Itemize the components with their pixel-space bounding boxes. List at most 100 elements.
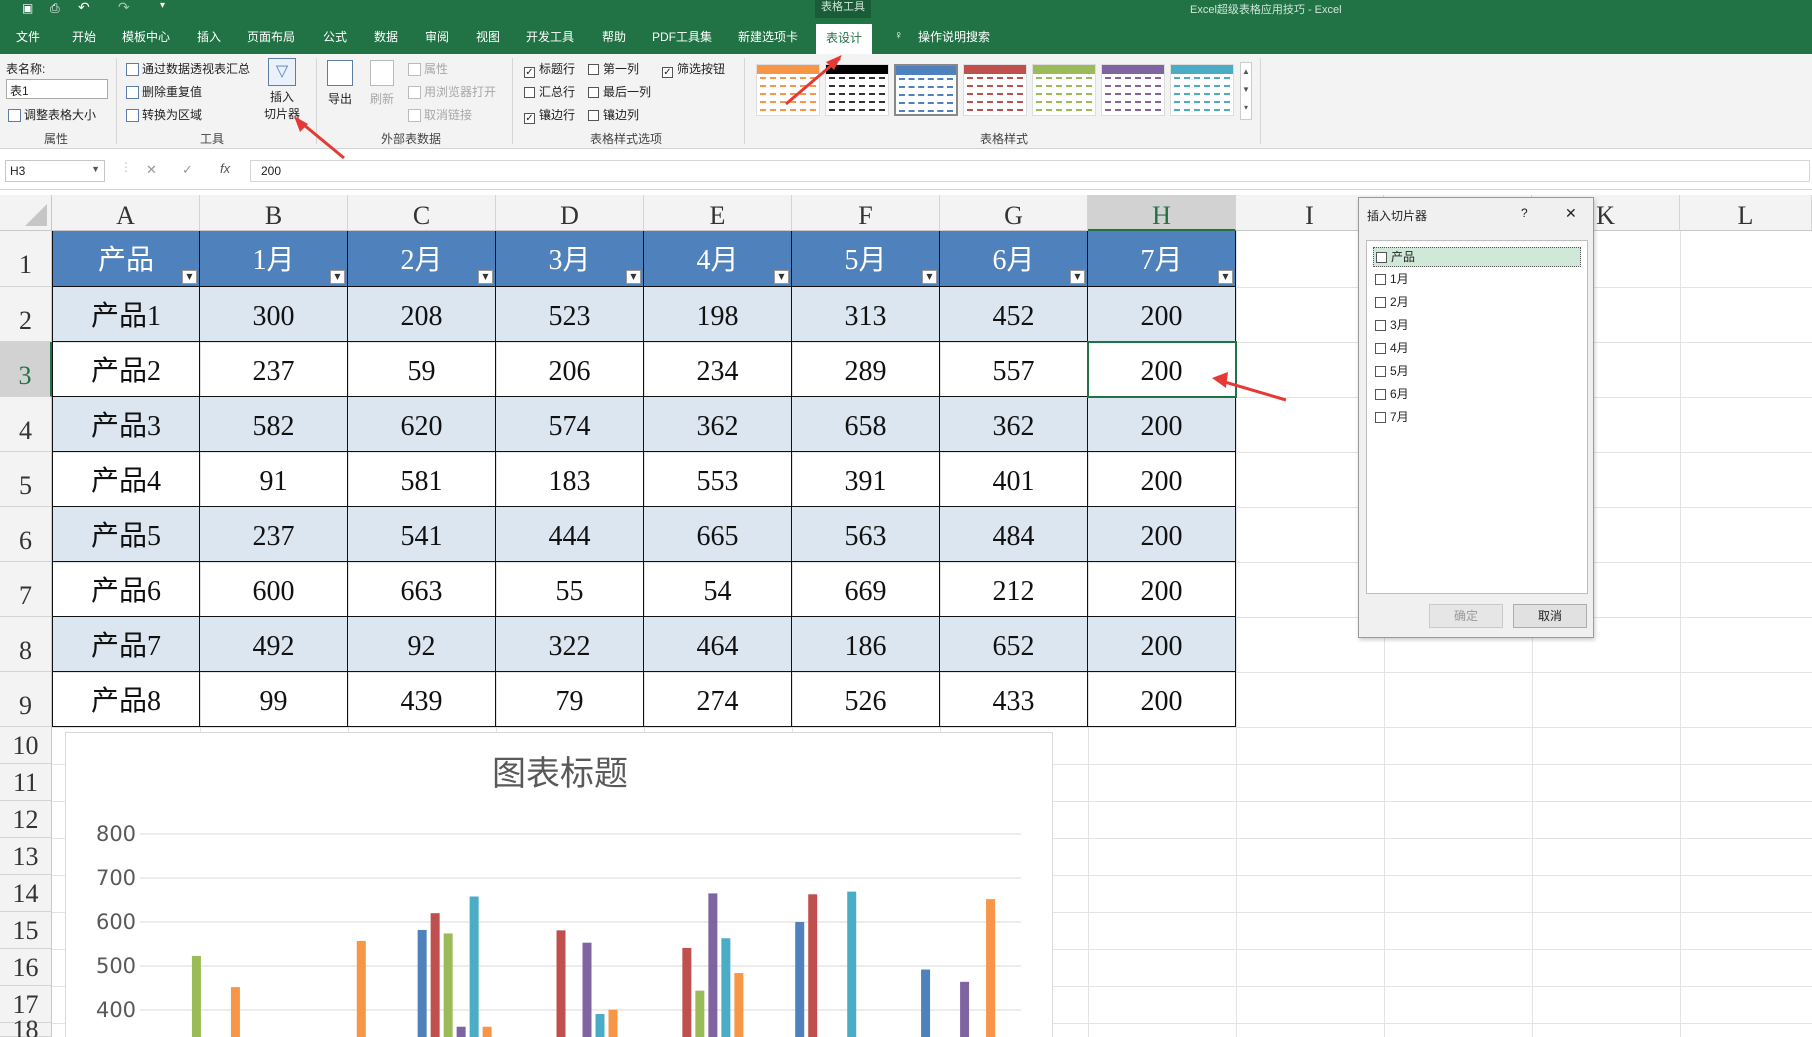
slicer-field-checkbox[interactable]: 7月: [1373, 408, 1581, 428]
table-cell[interactable]: 464: [644, 617, 792, 672]
table-cell[interactable]: 652: [940, 617, 1088, 672]
tab-pdf-tools[interactable]: PDF工具集: [652, 28, 712, 45]
row-header-4[interactable]: 4: [0, 397, 52, 452]
total-row-checkbox[interactable]: 汇总行: [524, 83, 575, 100]
filter-button-checkbox[interactable]: ✓ 筛选按钮: [662, 60, 725, 78]
cancel-icon[interactable]: ✕: [146, 162, 157, 178]
filter-dropdown-icon[interactable]: ▼: [330, 270, 345, 284]
enter-icon[interactable]: ✓: [182, 162, 193, 178]
table-cell[interactable]: 产品8: [52, 672, 200, 727]
last-column-checkbox[interactable]: 最后一列: [588, 83, 651, 100]
filter-dropdown-icon[interactable]: ▼: [182, 270, 197, 284]
insert-slicer-button[interactable]: ▽ 插入 切片器: [262, 58, 302, 122]
chevron-down-icon[interactable]: ▼: [91, 164, 100, 174]
tab-view[interactable]: 视图: [476, 28, 500, 45]
column-header-G[interactable]: G: [940, 195, 1088, 231]
table-cell[interactable]: 237: [200, 342, 348, 397]
remove-duplicates-button[interactable]: 删除重复值: [126, 83, 202, 100]
tab-insert[interactable]: 插入: [197, 28, 221, 45]
row-header-9[interactable]: 9: [0, 672, 52, 727]
table-cell[interactable]: 289: [792, 342, 940, 397]
table-cell[interactable]: 产品6: [52, 562, 200, 617]
table-cell[interactable]: 200: [1088, 342, 1236, 397]
table-cell[interactable]: 产品3: [52, 397, 200, 452]
table-cell[interactable]: 274: [644, 672, 792, 727]
unlink-button[interactable]: 取消链接: [408, 106, 472, 123]
table-cell[interactable]: 212: [940, 562, 1088, 617]
tell-me-search[interactable]: 操作说明搜索: [918, 28, 990, 45]
table-cell[interactable]: 541: [348, 507, 496, 562]
row-header-8[interactable]: 8: [0, 617, 52, 672]
table-cell[interactable]: 59: [348, 342, 496, 397]
row-header-13[interactable]: 13: [0, 838, 52, 875]
close-icon[interactable]: ✕: [1565, 205, 1577, 222]
tab-page-layout[interactable]: 页面布局: [247, 28, 295, 45]
name-box[interactable]: H3 ▼: [5, 160, 105, 182]
table-cell[interactable]: 433: [940, 672, 1088, 727]
filter-dropdown-icon[interactable]: ▼: [1070, 270, 1085, 284]
redo-icon[interactable]: ↷: [118, 0, 130, 16]
convert-to-range-button[interactable]: 转换为区域: [126, 106, 202, 123]
table-header-cell[interactable]: 1月 ▼: [200, 231, 348, 287]
table-cell[interactable]: 产品7: [52, 617, 200, 672]
table-cell[interactable]: 600: [200, 562, 348, 617]
row-header-1[interactable]: 1: [0, 231, 52, 287]
table-cell[interactable]: 产品1: [52, 287, 200, 342]
table-cell[interactable]: 526: [792, 672, 940, 727]
table-style-swatch[interactable]: [825, 64, 889, 116]
table-cell[interactable]: 99: [200, 672, 348, 727]
table-style-swatch[interactable]: [894, 64, 958, 116]
column-header-E[interactable]: E: [644, 195, 792, 231]
table-header-cell[interactable]: 3月 ▼: [496, 231, 644, 287]
column-header-A[interactable]: A: [52, 195, 200, 231]
row-header-14[interactable]: 14: [0, 875, 52, 912]
tab-formulas[interactable]: 公式: [323, 28, 347, 45]
first-column-checkbox[interactable]: 第一列: [588, 60, 639, 77]
table-cell[interactable]: 523: [496, 287, 644, 342]
slicer-field-checkbox[interactable]: 6月: [1373, 385, 1581, 405]
table-cell[interactable]: 553: [644, 452, 792, 507]
table-cell[interactable]: 91: [200, 452, 348, 507]
table-header-cell[interactable]: 产品 ▼: [52, 231, 200, 287]
table-cell[interactable]: 665: [644, 507, 792, 562]
table-cell[interactable]: 200: [1088, 617, 1236, 672]
table-cell[interactable]: 362: [940, 397, 1088, 452]
table-cell[interactable]: 439: [348, 672, 496, 727]
slicer-field-checkbox[interactable]: 3月: [1373, 316, 1581, 336]
table-style-swatch[interactable]: [963, 64, 1027, 116]
save-icon[interactable]: ▣: [22, 1, 33, 15]
pivot-summarize-button[interactable]: 通过数据透视表汇总: [126, 60, 250, 77]
row-header-3[interactable]: 3: [0, 342, 52, 397]
table-cell[interactable]: 391: [792, 452, 940, 507]
filter-dropdown-icon[interactable]: ▼: [478, 270, 493, 284]
table-cell[interactable]: 313: [792, 287, 940, 342]
row-header-2[interactable]: 2: [0, 287, 52, 342]
column-header-C[interactable]: C: [348, 195, 496, 231]
filter-dropdown-icon[interactable]: ▼: [774, 270, 789, 284]
table-cell[interactable]: 582: [200, 397, 348, 452]
table-cell[interactable]: 300: [200, 287, 348, 342]
table-cell[interactable]: 563: [792, 507, 940, 562]
table-cell[interactable]: 183: [496, 452, 644, 507]
tab-template-center[interactable]: 模板中心: [122, 28, 170, 45]
row-header-18[interactable]: 18: [0, 1017, 52, 1037]
table-header-cell[interactable]: 2月 ▼: [348, 231, 496, 287]
cancel-button[interactable]: 取消: [1513, 604, 1587, 628]
row-header-7[interactable]: 7: [0, 562, 52, 617]
table-header-cell[interactable]: 5月 ▼: [792, 231, 940, 287]
slicer-field-checkbox[interactable]: 4月: [1373, 339, 1581, 359]
table-cell[interactable]: 79: [496, 672, 644, 727]
banded-columns-checkbox[interactable]: 镶边列: [588, 106, 639, 123]
table-cell[interactable]: 200: [1088, 507, 1236, 562]
table-cell[interactable]: 234: [644, 342, 792, 397]
table-cell[interactable]: 581: [348, 452, 496, 507]
table-cell[interactable]: 200: [1088, 397, 1236, 452]
ok-button[interactable]: 确定: [1429, 604, 1503, 628]
undo-icon[interactable]: ↶: [78, 0, 90, 16]
properties-button[interactable]: 属性: [408, 60, 448, 77]
table-cell[interactable]: 产品5: [52, 507, 200, 562]
row-header-12[interactable]: 12: [0, 801, 52, 838]
row-header-11[interactable]: 11: [0, 764, 52, 801]
row-header-16[interactable]: 16: [0, 949, 52, 986]
column-header-F[interactable]: F: [792, 195, 940, 231]
